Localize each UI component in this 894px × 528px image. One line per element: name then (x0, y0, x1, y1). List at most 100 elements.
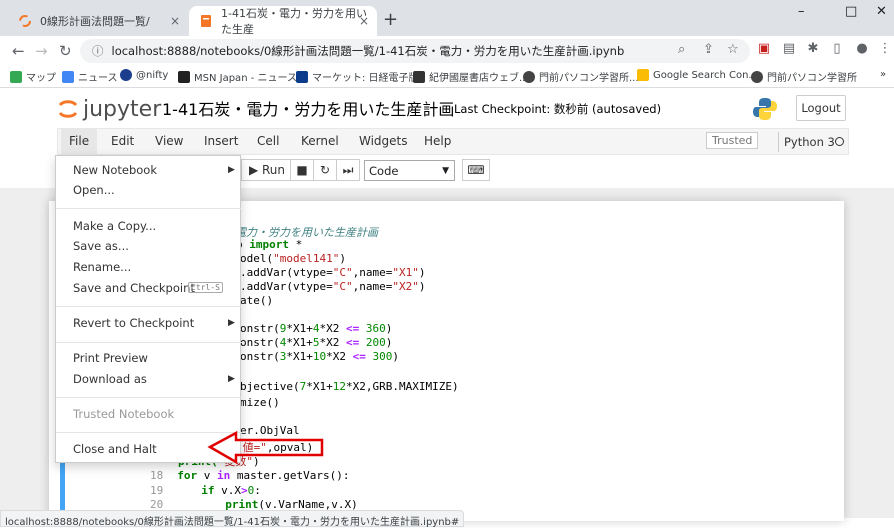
browser-tab-2[interactable]: 1-41石炭・電力・労力を用いた生産 × (189, 6, 377, 36)
submenu-arrow-icon: ▶ (228, 318, 235, 328)
code-token: onstr( (240, 322, 280, 335)
restore-button[interactable]: □ (845, 4, 857, 19)
tab-title: 1-41石炭・電力・労力を用いた生産 (221, 7, 367, 36)
bookmark-item[interactable]: 門前パソコン学習所... (523, 69, 639, 84)
shortcut-badge: Ctrl-S (188, 282, 223, 293)
code-line: .addVar(vtype="C",name="X2") (240, 280, 425, 293)
menu-item-download-as[interactable]: Download as (73, 372, 147, 386)
menu-item-save-as[interactable]: Save as... (73, 239, 129, 253)
keyboard-icon[interactable]: ⌨ (462, 159, 490, 181)
nikkei-icon (296, 70, 308, 83)
menu-item-close-halt[interactable]: Close and Halt (73, 442, 157, 456)
run-button[interactable]: ▶ Run (241, 159, 293, 181)
menu-file[interactable]: File (61, 129, 98, 154)
bookmark-label: ニュース (78, 73, 118, 84)
browser-toolbar: ← → ↻ ⓘ localhost:8888/notebooks/0線形計画法問… (0, 36, 894, 66)
restart-icon[interactable]: ↻ (313, 159, 337, 181)
site-info-icon[interactable]: ⓘ (92, 43, 104, 59)
code-token: ) (385, 322, 393, 335)
kernel-name[interactable]: Python 3 (784, 135, 835, 149)
address-bar[interactable]: ⓘ localhost:8888/notebooks/0線形計画法問題一覧/1-… (80, 39, 750, 63)
bookmark-label: MSN Japan - ニュース... (194, 73, 307, 84)
forward-icon[interactable]: → (35, 42, 48, 60)
bookmark-item[interactable]: マップ (10, 69, 56, 84)
sidepanel-icon[interactable]: ▯ (828, 41, 846, 59)
bookmark-item[interactable]: @nifty (120, 69, 168, 81)
zoom-icon[interactable]: ⌕ (678, 42, 685, 57)
cell-type-select[interactable]: Code ▼ (364, 160, 455, 181)
line-number: 18 (150, 469, 164, 482)
bookmark-item[interactable]: 門前パソコン学習所 (751, 69, 857, 84)
reload-icon[interactable]: ↻ (59, 42, 72, 60)
extension-icon[interactable]: ▤ (780, 41, 798, 59)
menu-kernel[interactable]: Kernel (301, 134, 339, 148)
trusted-indicator[interactable]: Trusted (706, 132, 759, 149)
msn-icon (178, 70, 190, 83)
close-window-button[interactable]: ✕ (876, 4, 887, 19)
menu-dots-icon[interactable]: ⋮ (876, 41, 894, 59)
code-string: "X2" (392, 280, 419, 293)
divider (778, 132, 779, 152)
close-tab-icon[interactable]: × (170, 14, 180, 28)
menu-item-rename[interactable]: Rename... (73, 260, 131, 274)
nifty-icon (120, 69, 132, 81)
checkpoint-status: Last Checkpoint: 数秒前 (autosaved) (454, 102, 662, 116)
bookmark-item[interactable]: 紀伊國屋書店ウェブ... (413, 69, 529, 84)
pdf-extension-icon[interactable]: ▣ (755, 41, 773, 59)
code-token: ,name= (352, 280, 393, 293)
code-token: *X2,GRB.MAXIMIZE) (345, 380, 459, 393)
minimize-button[interactable]: – (798, 4, 805, 19)
menu-item-trusted-notebook[interactable]: Trusted Notebook (73, 407, 174, 421)
bookmark-label: @nifty (136, 69, 169, 81)
menu-item-new-notebook[interactable]: New Notebook (73, 163, 157, 177)
line-number: 19 (150, 484, 164, 497)
kinokuniya-icon (413, 70, 425, 83)
jupyter-favicon-icon (18, 14, 32, 28)
menu-insert[interactable]: Insert (204, 134, 238, 148)
menu-item-make-copy[interactable]: Make a Copy... (73, 219, 156, 233)
menu-cell[interactable]: Cell (257, 134, 279, 148)
menu-item-revert-checkpoint[interactable]: Revert to Checkpoint (73, 316, 194, 330)
file-menu-dropdown: New Notebook ▶ Open... Make a Copy... Sa… (55, 155, 242, 463)
logout-button[interactable]: Logout (796, 95, 846, 121)
code-string: "X1" (392, 266, 419, 279)
cell-type-value: Code (369, 163, 399, 178)
restart-run-all-icon[interactable]: ⏭ (336, 159, 360, 181)
bookmark-label: マーケット: 日経電子版 (312, 73, 419, 84)
back-icon[interactable]: ← (12, 42, 25, 60)
code-number: 300 (365, 350, 393, 363)
menu-help[interactable]: Help (424, 134, 451, 148)
menu-item-print-preview[interactable]: Print Preview (73, 351, 148, 365)
bookmark-item[interactable]: MSN Japan - ニュース... (178, 69, 307, 84)
menu-view[interactable]: View (155, 134, 183, 148)
close-tab-icon[interactable]: × (359, 14, 369, 28)
search-console-icon (637, 69, 649, 81)
bookmark-label: 紀伊國屋書店ウェブ... (429, 73, 529, 84)
menu-edit[interactable]: Edit (111, 134, 134, 148)
code-token: v.X (214, 484, 241, 497)
bookmark-item[interactable]: ニュース (62, 69, 118, 84)
new-tab-button[interactable]: + (383, 9, 398, 30)
profile-icon[interactable]: ● (853, 41, 871, 59)
menu-item-open[interactable]: Open... (73, 183, 115, 197)
menu-widgets[interactable]: Widgets (359, 134, 408, 148)
code-operator: <= (352, 350, 366, 363)
browser-tab-1[interactable]: 0線形計画法問題一覧/ × (8, 6, 188, 36)
maps-icon (10, 70, 22, 83)
bookmark-item[interactable]: マーケット: 日経電子版 (296, 69, 419, 84)
bookmark-star-icon[interactable]: ☆ (727, 42, 739, 57)
code-token: onstr( (240, 350, 280, 363)
puzzle-icon[interactable]: ✱ (804, 41, 822, 59)
menu-divider (56, 342, 242, 343)
code-token: *X2 (319, 336, 346, 349)
menu-item-save-checkpoint[interactable]: Save and Checkpoint (73, 281, 195, 295)
jupyter-logo[interactable]: jupyter (57, 96, 161, 122)
code-line: onstr(3*X1+10*X2 <= 300) (240, 350, 399, 363)
share-icon[interactable]: ⇪ (703, 42, 714, 57)
notebook-title[interactable]: 1-41石炭・電力・労力を用いた生産計画 (162, 96, 454, 120)
interrupt-icon[interactable]: ■ (290, 159, 314, 181)
code-line: onstr(9*X1+4*X2 <= 360) (240, 322, 392, 335)
code-token: .addVar(vtype= (240, 266, 333, 279)
bookmark-item[interactable]: Google Search Con... (637, 69, 758, 81)
more-bookmarks-icon[interactable]: » (880, 69, 886, 80)
